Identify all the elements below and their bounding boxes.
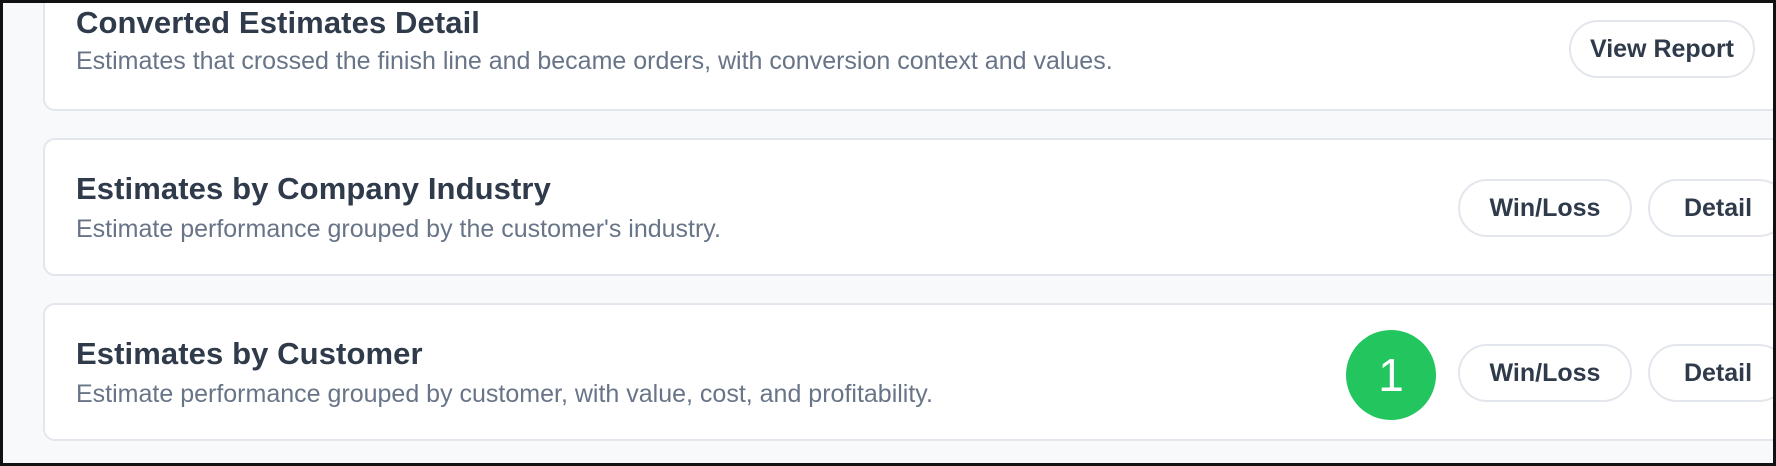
report-card-estimates-by-customer: Estimates by Customer Estimate performan… (43, 303, 1773, 441)
view-report-button[interactable]: View Report (1569, 20, 1755, 78)
report-card-converted-estimates-detail: Converted Estimates Detail Estimates tha… (43, 3, 1773, 111)
report-title: Estimates by Customer (76, 336, 423, 371)
detail-button[interactable]: Detail (1648, 344, 1773, 402)
report-description: Estimate performance grouped by customer… (76, 380, 933, 408)
report-description: Estimate performance grouped by the cust… (76, 215, 721, 243)
report-card-estimates-by-company-industry: Estimates by Company Industry Estimate p… (43, 138, 1773, 276)
report-title: Converted Estimates Detail (76, 5, 481, 40)
win-loss-button[interactable]: Win/Loss (1458, 344, 1632, 402)
report-description: Estimates that crossed the finish line a… (76, 47, 1113, 75)
report-list: Converted Estimates Detail Estimates tha… (0, 0, 1776, 466)
detail-button[interactable]: Detail (1648, 179, 1773, 237)
report-title: Estimates by Company Industry (76, 171, 551, 206)
win-loss-button[interactable]: Win/Loss (1458, 179, 1632, 237)
step-marker-badge: 1 (1346, 330, 1436, 420)
